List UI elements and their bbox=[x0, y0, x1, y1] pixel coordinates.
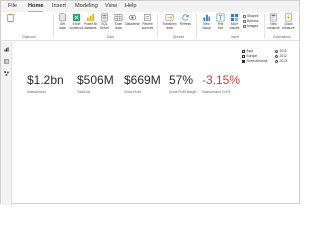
ribbon: Clipboard Get data Excel workbook Power … bbox=[1, 12, 299, 41]
transform-icon bbox=[165, 14, 174, 21]
text-box-icon bbox=[216, 13, 225, 22]
kpi-caption: SalesAmount bbox=[27, 90, 46, 94]
buttons-icon bbox=[243, 19, 246, 23]
menu-bar: File Home Insert Modeling View Help bbox=[1, 1, 299, 12]
refresh-icon bbox=[182, 14, 189, 21]
images-button[interactable]: Images bbox=[243, 24, 258, 28]
group-queries: Queries bbox=[173, 35, 185, 39]
more-visuals-label: More visuals bbox=[229, 22, 240, 30]
shapes-label: Shapes bbox=[247, 14, 259, 18]
shapes-icon bbox=[243, 14, 246, 18]
kpi-caption: Gross Profit bbox=[124, 90, 141, 94]
recent-sources-icon bbox=[144, 14, 151, 21]
model-view-icon[interactable] bbox=[4, 71, 9, 76]
checkbox-checked[interactable] bbox=[242, 59, 245, 63]
separator bbox=[196, 14, 197, 38]
slicer-option-2013[interactable]: 2013 bbox=[275, 59, 287, 63]
slicer-option-asia[interactable]: Asia bbox=[242, 49, 253, 53]
power-bi-window: File Home Insert Modeling View Help Clip… bbox=[0, 0, 300, 205]
kpi-caption: Gross Profit Margin bbox=[169, 90, 197, 94]
buttons-button[interactable]: Buttons bbox=[243, 19, 259, 23]
tab-home[interactable]: Home bbox=[28, 3, 44, 9]
more-visuals-button[interactable]: More visuals bbox=[228, 13, 241, 33]
recent-sources-label: Recent sources bbox=[141, 22, 154, 30]
sql-server-icon bbox=[101, 13, 108, 22]
dataverse-button[interactable]: Dataverse bbox=[125, 13, 140, 33]
slicer-option-2011[interactable]: 2011 bbox=[275, 49, 287, 53]
kpi-value: $1.2bn bbox=[27, 73, 64, 87]
tab-view[interactable]: View bbox=[105, 3, 117, 9]
kpi-value: $506M bbox=[77, 73, 114, 87]
group-data: Data bbox=[107, 35, 114, 39]
paste-button[interactable] bbox=[4, 13, 17, 33]
report-canvas: Asia Europe North America 2011 2012 2013… bbox=[13, 42, 299, 202]
checkbox[interactable] bbox=[242, 49, 245, 53]
dataset-icon bbox=[86, 13, 95, 22]
tab-insert[interactable]: Insert bbox=[52, 3, 66, 9]
separator bbox=[157, 14, 158, 38]
kpi-value: 57% bbox=[169, 73, 194, 87]
view-switcher bbox=[1, 42, 12, 205]
kpi-value: -3.15% bbox=[202, 73, 241, 87]
clipboard-icon bbox=[7, 13, 14, 22]
tab-help[interactable]: Help bbox=[125, 3, 137, 9]
slicer-option-europe[interactable]: Europe bbox=[242, 54, 257, 58]
refresh-label: Refresh bbox=[179, 22, 192, 26]
shapes-button[interactable]: Shapes bbox=[243, 14, 259, 18]
database-icon bbox=[59, 13, 66, 22]
checkbox[interactable] bbox=[242, 54, 245, 58]
excel-icon bbox=[72, 13, 81, 22]
radio[interactable] bbox=[275, 49, 278, 53]
slicer-option-2012[interactable]: 2012 bbox=[275, 54, 287, 58]
tab-modeling[interactable]: Modeling bbox=[75, 3, 98, 9]
slicer-option-label: 2012 bbox=[279, 54, 287, 58]
transform-data-label: Transform data bbox=[162, 22, 177, 30]
more-visuals-icon bbox=[230, 13, 239, 22]
slicer-option-label: Europe bbox=[246, 54, 258, 58]
image-icon bbox=[243, 24, 246, 28]
new-measure-button[interactable]: New measure bbox=[267, 13, 280, 33]
radio[interactable] bbox=[275, 59, 278, 63]
refresh-button[interactable]: Refresh bbox=[179, 13, 192, 33]
group-insert: Insert bbox=[231, 35, 239, 39]
dataverse-icon bbox=[128, 14, 137, 21]
slicer-option-label: Asia bbox=[246, 49, 253, 53]
recent-sources-button[interactable]: Recent sources bbox=[141, 13, 154, 33]
data-view-icon[interactable] bbox=[4, 59, 9, 64]
calculator-icon bbox=[270, 13, 277, 22]
table-icon bbox=[114, 14, 123, 21]
kpi-caption: SalesAmount YoY% bbox=[202, 90, 231, 94]
report-view-icon[interactable] bbox=[4, 47, 9, 52]
quick-measure-button[interactable]: Quick measure bbox=[282, 13, 295, 33]
group-clipboard: Clipboard bbox=[22, 35, 36, 39]
slicer-option-label: North America bbox=[246, 59, 268, 63]
quick-measure-label: Quick measure bbox=[282, 22, 295, 30]
new-visual-icon bbox=[203, 14, 210, 22]
images-label: Images bbox=[247, 24, 259, 28]
slicer-option-north-america[interactable]: North America bbox=[242, 59, 267, 63]
slicer-option-label: 2011 bbox=[279, 49, 287, 53]
slicer-option-label: 2013 bbox=[279, 59, 287, 63]
transform-data-button[interactable]: Transform data bbox=[162, 13, 177, 33]
group-calculations: Calculations bbox=[273, 35, 291, 39]
radio[interactable] bbox=[275, 54, 278, 58]
buttons-label: Buttons bbox=[247, 19, 259, 23]
kpi-caption: TotalCost bbox=[77, 90, 91, 94]
quick-measure-icon bbox=[285, 13, 292, 22]
region-slicer: Asia Europe North America 2011 2012 2013 bbox=[242, 49, 296, 71]
kpi-value: $669M bbox=[124, 73, 161, 87]
tab-file[interactable]: File bbox=[8, 3, 17, 9]
